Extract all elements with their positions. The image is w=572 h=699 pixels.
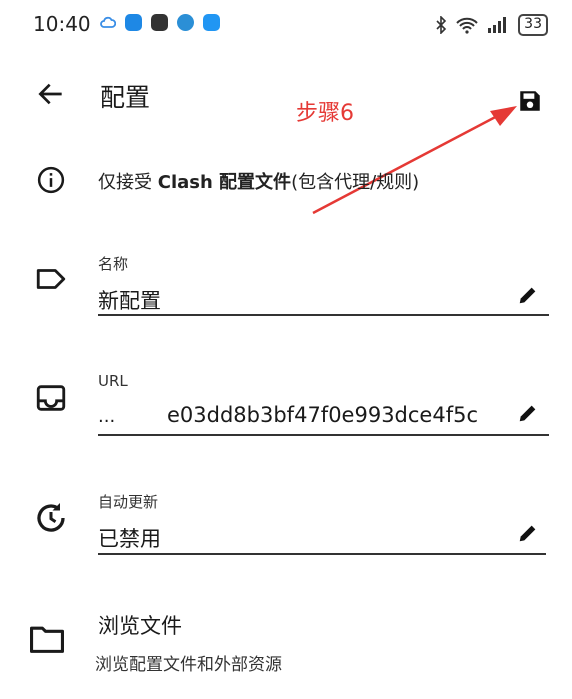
status-time: 10:40 [33,12,91,36]
info-text: 仅接受 Clash 配置文件(包含代理/规则) [98,172,420,193]
app-notification-icon [177,14,194,31]
auto-update-value[interactable]: 已禁用 [98,523,161,553]
browse-files-subtitle: 浏览配置文件和外部资源 [95,655,282,675]
url-field-value[interactable]: e03dd8b3bf47f0e993dce4f5c [167,403,504,427]
browse-files-item[interactable]: 浏览文件 浏览配置文件和外部资源 [0,600,572,690]
auto-update-underline [98,553,546,555]
folder-icon [30,626,64,653]
status-right: 33 [435,14,548,36]
cloud-notification-icon [100,16,116,28]
annotation-arrow [312,106,517,215]
bluetooth-icon [436,16,447,34]
pencil-icon[interactable] [517,522,539,544]
url-field-prefix: ... [98,406,116,427]
inbox-icon [36,385,66,411]
auto-update-label: 自动更新 [98,493,159,511]
battery-indicator: 33 [518,14,548,36]
name-field-label: 名称 [98,255,129,273]
pencil-icon[interactable] [517,284,539,306]
wifi-icon [456,17,478,34]
page-title: 配置 [100,83,151,112]
signal-icon [488,17,507,33]
url-field-label: URL [98,372,128,390]
pencil-icon[interactable] [517,402,539,424]
arrow-left-icon[interactable] [35,78,67,110]
notification-icons [100,14,220,31]
app-notification-icon [203,14,220,31]
url-field-underline [98,434,549,436]
app-notification-icon [125,14,142,31]
update-clock-icon [37,503,65,532]
name-field-value[interactable]: 新配置 [98,285,161,315]
name-field-underline [98,314,549,316]
app-notification-icon [151,14,168,31]
label-tag-icon [36,269,66,289]
step-annotation: 步骤6 [296,101,354,126]
save-icon[interactable] [517,88,543,114]
info-icon [37,166,65,194]
browse-files-title: 浏览文件 [98,614,182,638]
